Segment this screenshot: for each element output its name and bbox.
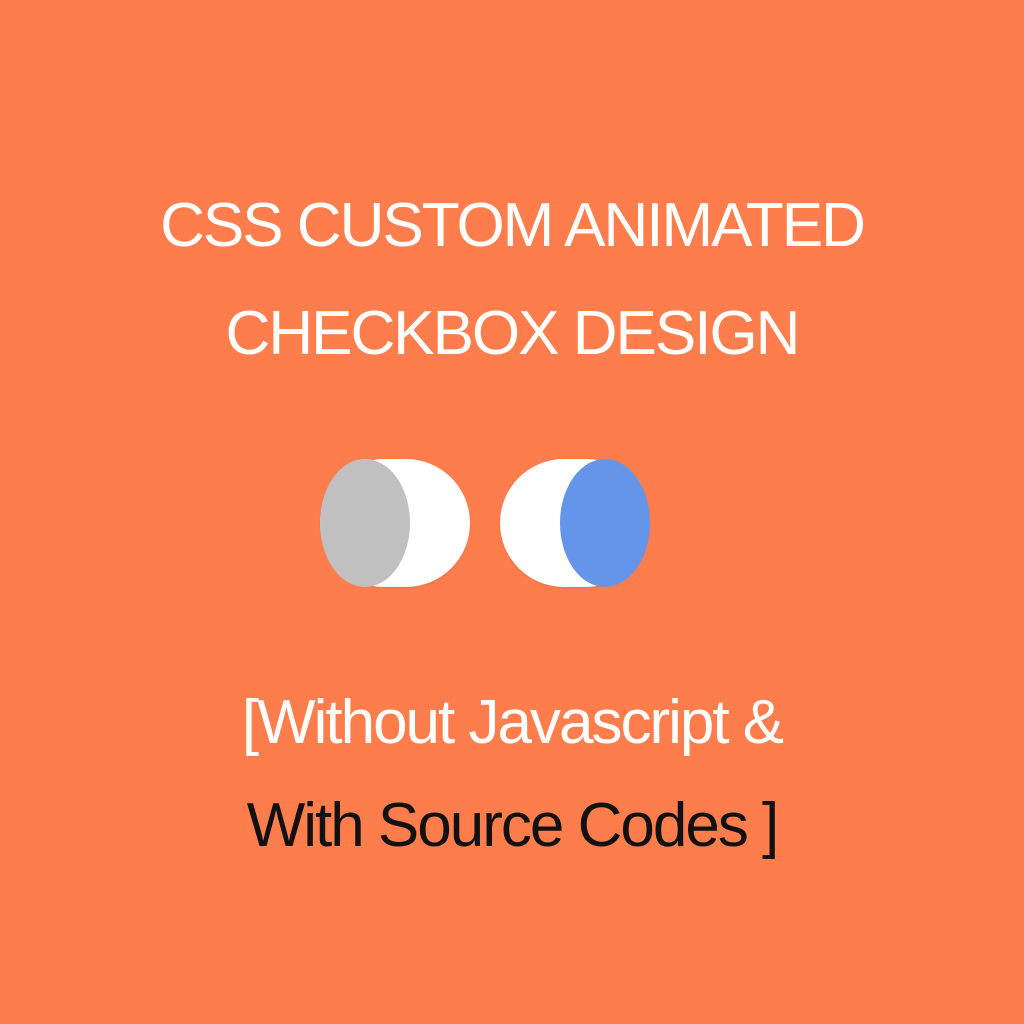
title-line-2: CHECKBOX DESIGN [225, 299, 801, 368]
toggle-switch-off[interactable] [320, 459, 470, 587]
banner-canvas: CSS CUSTOM ANIMATED CHECKBOX DESIGN [Wit… [0, 0, 1024, 1024]
toggle-switch-on[interactable] [500, 459, 650, 587]
subtitle-line-1: [Without Javascript & [241, 688, 784, 757]
title-line-1: CSS CUSTOM ANIMATED [160, 191, 866, 260]
toggle-examples [0, 459, 1024, 587]
toggle-on-knob-icon [560, 459, 650, 587]
subtitle-line-2: With Source Codes ] [246, 791, 780, 860]
toggle-off-knob-icon [320, 459, 410, 587]
